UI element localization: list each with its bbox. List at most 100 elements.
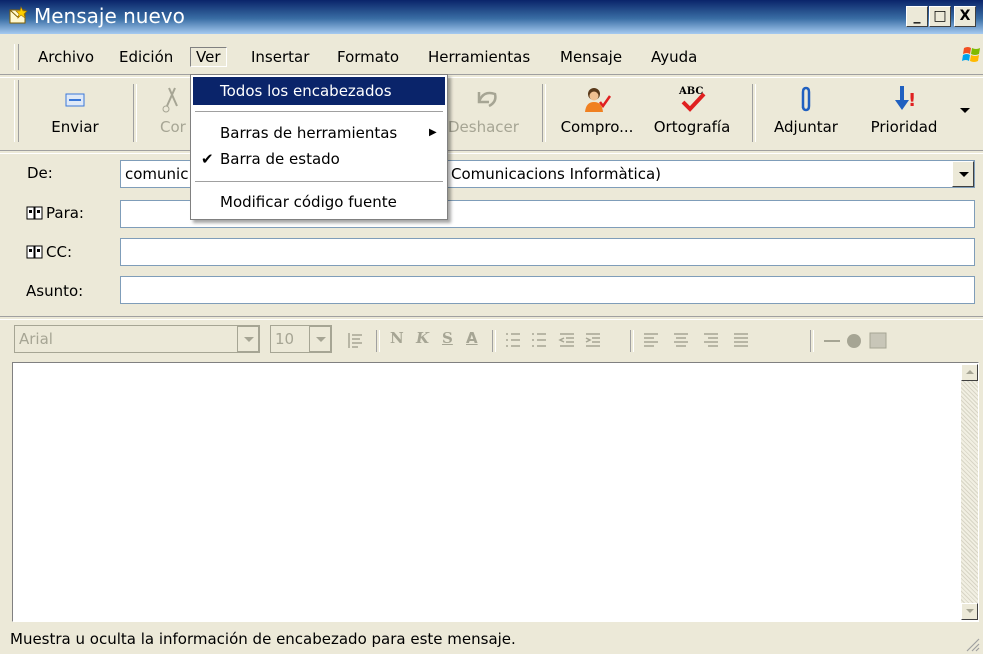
status-text: Muestra u oculta la información de encab… xyxy=(10,630,516,648)
chevron-down-icon xyxy=(959,172,969,177)
view-menu-dropdown: Todos los encabezados Barras de herramie… xyxy=(190,74,448,220)
format-separator xyxy=(492,330,496,352)
insert-icons[interactable] xyxy=(822,330,892,352)
bold-button[interactable]: N xyxy=(390,329,404,347)
cut-button[interactable]: Cor xyxy=(150,78,190,148)
message-body[interactable] xyxy=(12,362,979,622)
menu-archivo[interactable]: Archivo xyxy=(38,48,94,66)
check-names-icon xyxy=(585,88,612,112)
address-book-icon[interactable] xyxy=(26,205,44,221)
list-indent-icons[interactable] xyxy=(504,330,624,352)
maximize-icon: □ xyxy=(933,8,947,24)
chevron-down-icon xyxy=(316,337,326,342)
undo-icon xyxy=(477,91,497,108)
menu-item-barras-de-herramientas[interactable]: Barras de herramientas ▶ xyxy=(193,119,445,147)
undo-button[interactable]: Deshacer xyxy=(446,78,530,148)
paperclip-icon xyxy=(801,86,811,112)
menu-item-todos-los-encabezados[interactable]: Todos los encabezados xyxy=(193,77,445,105)
underline-button[interactable]: S xyxy=(442,329,453,347)
window-title: Mensaje nuevo xyxy=(34,4,185,28)
chevron-down-icon xyxy=(966,609,974,613)
from-label: De: xyxy=(27,164,53,182)
check-names-button[interactable]: Compro... xyxy=(552,78,642,148)
maximize-button[interactable]: □ xyxy=(929,6,951,27)
headers-separator xyxy=(0,316,983,320)
new-message-icon xyxy=(9,6,28,24)
spelling-icon: ABC xyxy=(678,86,706,112)
spelling-label: Ortografía xyxy=(653,118,731,136)
menu-item-label: Modificar código fuente xyxy=(220,193,397,211)
vertical-scrollbar[interactable] xyxy=(961,364,978,620)
from-value-left: comunic xyxy=(125,165,189,183)
font-color-button[interactable]: A xyxy=(466,329,478,347)
chevron-down-icon xyxy=(244,337,254,342)
cc-field[interactable] xyxy=(120,238,975,266)
size-value: 10 xyxy=(275,330,295,348)
submenu-arrow-icon: ▶ xyxy=(429,127,437,138)
menubar-grip[interactable] xyxy=(14,44,19,70)
svg-text:!: ! xyxy=(908,90,916,111)
spelling-button[interactable]: ABC Ortografía xyxy=(646,78,738,148)
toolbar-separator xyxy=(752,84,756,142)
priority-button[interactable]: ! Prioridad xyxy=(858,78,950,148)
cc-label: CC: xyxy=(46,243,73,261)
font-combo[interactable]: Arial xyxy=(14,325,260,353)
subject-field[interactable] xyxy=(120,276,975,304)
resize-grip-icon[interactable] xyxy=(962,634,980,652)
menu-item-barra-de-estado[interactable]: ✔ Barra de estado xyxy=(193,145,445,173)
windows-logo-icon xyxy=(962,47,980,62)
menu-ayuda[interactable]: Ayuda xyxy=(651,48,697,66)
svg-text:ABC: ABC xyxy=(678,86,703,97)
menu-insertar[interactable]: Insertar xyxy=(251,48,309,66)
from-dropdown-button[interactable] xyxy=(952,161,974,187)
cut-icon xyxy=(162,87,178,113)
to-label: Para: xyxy=(46,204,84,222)
attach-label: Adjuntar xyxy=(774,118,838,136)
address-book-icon[interactable] xyxy=(26,244,44,260)
font-value: Arial xyxy=(19,330,53,348)
size-combo[interactable]: 10 xyxy=(270,325,332,353)
check-names-label: Compro... xyxy=(560,118,634,136)
menu-ver[interactable]: Ver xyxy=(190,47,227,67)
menu-item-label: Barras de herramientas xyxy=(220,124,398,142)
menu-separator xyxy=(195,181,443,182)
format-separator xyxy=(376,330,380,352)
cut-label: Cor xyxy=(160,118,186,136)
toolbar-grip[interactable] xyxy=(14,80,19,142)
toolbar-separator xyxy=(133,84,137,142)
size-dropdown-button[interactable] xyxy=(309,326,331,352)
menu-formato[interactable]: Formato xyxy=(337,48,399,66)
attach-button[interactable]: Adjuntar xyxy=(764,78,848,148)
menu-edicion[interactable]: Edición xyxy=(119,48,173,66)
italic-button[interactable]: K xyxy=(416,329,429,347)
toolbar-separator xyxy=(542,84,546,142)
toolbar-separator-bottom xyxy=(0,150,983,154)
menu-separator xyxy=(195,111,443,112)
alignment-icons[interactable] xyxy=(642,330,772,352)
paragraph-style-icon[interactable] xyxy=(346,330,368,352)
undo-label: Deshacer xyxy=(448,118,519,136)
format-separator xyxy=(630,330,634,352)
scroll-up-button[interactable] xyxy=(961,364,978,381)
menu-herramientas[interactable]: Herramientas xyxy=(428,48,530,66)
format-separator xyxy=(810,330,814,352)
scroll-down-button[interactable] xyxy=(961,603,978,620)
toolbar-overflow-chevron[interactable] xyxy=(960,108,970,113)
check-icon: ✔ xyxy=(201,150,214,168)
close-button[interactable]: X xyxy=(954,6,976,27)
minimize-icon: _ xyxy=(913,8,921,24)
font-dropdown-button[interactable] xyxy=(237,326,259,352)
menu-item-label: Todos los encabezados xyxy=(220,82,392,100)
send-label: Enviar xyxy=(51,118,99,136)
subject-label: Asunto: xyxy=(26,282,84,300)
chevron-up-icon xyxy=(966,370,974,374)
send-button[interactable]: Enviar xyxy=(40,78,110,148)
priority-label: Prioridad xyxy=(870,118,938,136)
menu-mensaje[interactable]: Mensaje xyxy=(560,48,622,66)
priority-icon: ! xyxy=(895,86,916,111)
send-icon xyxy=(65,93,85,107)
menu-item-modificar-codigo-fuente[interactable]: Modificar código fuente xyxy=(193,188,445,216)
menu-item-label: Barra de estado xyxy=(220,150,340,168)
minimize-button[interactable]: _ xyxy=(906,6,928,27)
title-bar[interactable]: Mensaje nuevo xyxy=(0,0,983,34)
